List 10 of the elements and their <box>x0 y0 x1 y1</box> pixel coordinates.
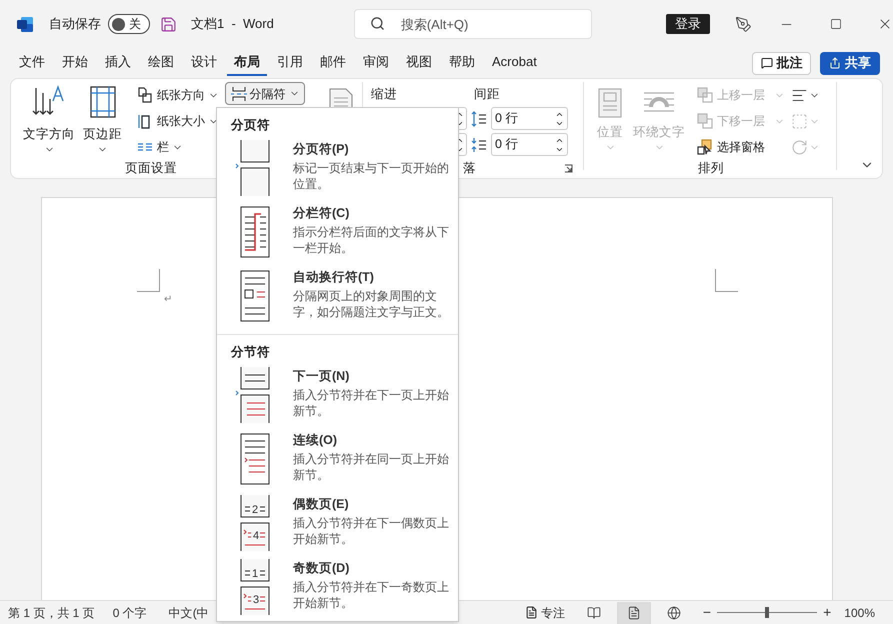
menu-section-title: 分页符 <box>230 117 271 134</box>
menu-section-title: 分节符 <box>230 344 271 361</box>
group-label: 落 <box>463 160 476 178</box>
autosave-label: 自动保存 <box>49 15 101 34</box>
window-title: 文档1 - Word <box>191 15 274 34</box>
spacing-label: 间距 <box>473 86 501 103</box>
indent-label: 缩进 <box>371 86 398 103</box>
group-label: 页面设置 <box>125 160 177 178</box>
paragraph-mark: ↵ <box>164 293 172 307</box>
group-label: 排列 <box>698 160 724 178</box>
